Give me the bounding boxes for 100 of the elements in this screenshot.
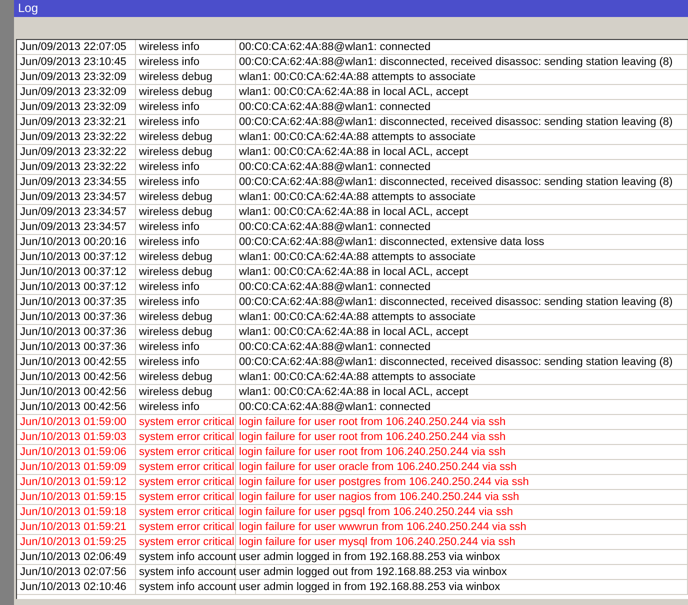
- message-cell: wlan1: 00:C0:CA:62:4A:88 in local ACL, accept: [236, 385, 688, 399]
- topics-cell: wireless info: [136, 295, 236, 309]
- message-cell: login failure for user oracle from 106.240.250.244 via ssh: [236, 460, 688, 474]
- topics-cell: wireless debug: [136, 385, 236, 399]
- topics-cell: wireless info: [136, 235, 236, 249]
- message-cell: user admin logged out from 192.168.88.253 via winbox: [236, 565, 688, 579]
- message-cell: wlan1: 00:C0:CA:62:4A:88 in local ACL, accept: [236, 325, 688, 339]
- message-cell: 00:C0:CA:62:4A:88@wlan1: connected: [236, 340, 688, 354]
- window-title: Log: [14, 0, 688, 17]
- time-cell: Jun/10/2013 00:37:12: [17, 250, 136, 264]
- message-cell: 00:C0:CA:62:4A:88@wlan1: connected: [236, 220, 688, 234]
- time-cell: Jun/09/2013 23:10:45: [17, 55, 136, 69]
- topics-cell: wireless info: [136, 175, 236, 189]
- message-cell: wlan1: 00:C0:CA:62:4A:88 in local ACL, accept: [236, 145, 688, 159]
- time-cell: Jun/09/2013 23:32:22: [17, 130, 136, 144]
- message-cell: 00:C0:CA:62:4A:88@wlan1: disconnected, received disassoc: sending station leaving (8): [236, 295, 688, 309]
- message-cell: 00:C0:CA:62:4A:88@wlan1: connected: [236, 40, 688, 54]
- message-cell: 00:C0:CA:62:4A:88@wlan1: connected: [236, 400, 688, 414]
- topics-cell: wireless debug: [136, 370, 236, 384]
- time-cell: Jun/10/2013 00:42:56: [17, 400, 136, 414]
- message-cell: login failure for user nagios from 106.240.250.244 via ssh: [236, 490, 688, 504]
- time-cell: Jun/10/2013 00:37:12: [17, 280, 136, 294]
- topics-cell: system info account: [136, 565, 236, 579]
- topics-cell: wireless info: [136, 40, 236, 54]
- time-cell: Jun/10/2013 01:59:18: [17, 505, 136, 519]
- topics-cell: system error critical: [136, 505, 236, 519]
- message-cell: 00:C0:CA:62:4A:88@wlan1: disconnected, received disassoc: sending station leaving (8): [236, 115, 688, 129]
- time-cell: Jun/10/2013 02:10:46: [17, 580, 136, 594]
- time-cell: Jun/10/2013 00:42:56: [17, 370, 136, 384]
- message-cell: login failure for user mysql from 106.240.250.244 via ssh: [236, 535, 688, 549]
- time-cell: Jun/10/2013 01:59:12: [17, 475, 136, 489]
- topics-cell: system error critical: [136, 535, 236, 549]
- time-cell: Jun/10/2013 00:42:56: [17, 385, 136, 399]
- time-cell: Jun/09/2013 23:34:57: [17, 190, 136, 204]
- time-cell: Jun/10/2013 00:37:12: [17, 265, 136, 279]
- message-cell: user admin logged in from 192.168.88.253 via winbox: [236, 550, 688, 564]
- topics-cell: wireless debug: [136, 130, 236, 144]
- topics-cell: wireless debug: [136, 190, 236, 204]
- message-cell: wlan1: 00:C0:CA:62:4A:88 attempts to associate: [236, 370, 688, 384]
- time-cell: Jun/10/2013 00:42:55: [17, 355, 136, 369]
- time-cell: Jun/10/2013 01:59:25: [17, 535, 136, 549]
- topics-cell: system error critical: [136, 490, 236, 504]
- time-cell: Jun/09/2013 23:32:09: [17, 100, 136, 114]
- message-cell: wlan1: 00:C0:CA:62:4A:88 in local ACL, accept: [236, 205, 688, 219]
- message-cell: 00:C0:CA:62:4A:88@wlan1: connected: [236, 100, 688, 114]
- topics-cell: wireless debug: [136, 250, 236, 264]
- topics-cell: wireless debug: [136, 145, 236, 159]
- message-cell: login failure for user pgsql from 106.240.250.244 via ssh: [236, 505, 688, 519]
- topics-cell: wireless info: [136, 160, 236, 174]
- topics-cell: system info account: [136, 550, 236, 564]
- topics-cell: wireless debug: [136, 85, 236, 99]
- topics-cell: wireless debug: [136, 310, 236, 324]
- topics-cell: wireless info: [136, 115, 236, 129]
- time-cell: Jun/10/2013 01:59:09: [17, 460, 136, 474]
- message-cell: wlan1: 00:C0:CA:62:4A:88 attempts to associate: [236, 130, 688, 144]
- message-cell: login failure for user postgres from 106.240.250.244 via ssh: [236, 475, 688, 489]
- time-cell: Jun/09/2013 23:32:09: [17, 85, 136, 99]
- topics-cell: system error critical: [136, 475, 236, 489]
- message-cell: 00:C0:CA:62:4A:88@wlan1: connected: [236, 280, 688, 294]
- time-cell: Jun/09/2013 23:32:09: [17, 70, 136, 84]
- message-cell: wlan1: 00:C0:CA:62:4A:88 in local ACL, accept: [236, 265, 688, 279]
- message-cell: user admin logged in from 192.168.88.253 via winbox: [236, 580, 688, 594]
- time-cell: Jun/10/2013 00:37:36: [17, 310, 136, 324]
- message-cell: wlan1: 00:C0:CA:62:4A:88 in local ACL, accept: [236, 85, 688, 99]
- time-cell: Jun/09/2013 23:32:22: [17, 160, 136, 174]
- message-cell: login failure for user root from 106.240.250.244 via ssh: [236, 430, 688, 444]
- topics-cell: system error critical: [136, 415, 236, 429]
- message-cell: login failure for user root from 106.240.250.244 via ssh: [236, 415, 688, 429]
- topics-cell: wireless info: [136, 340, 236, 354]
- topics-cell: system error critical: [136, 430, 236, 444]
- time-cell: Jun/09/2013 23:34:57: [17, 220, 136, 234]
- time-cell: Jun/10/2013 00:37:36: [17, 340, 136, 354]
- topics-cell: wireless info: [136, 355, 236, 369]
- topics-cell: wireless debug: [136, 265, 236, 279]
- message-cell: wlan1: 00:C0:CA:62:4A:88 attempts to associate: [236, 250, 688, 264]
- time-cell: Jun/09/2013 23:34:55: [17, 175, 136, 189]
- time-cell: Jun/10/2013 01:59:15: [17, 490, 136, 504]
- time-cell: Jun/09/2013 23:34:57: [17, 205, 136, 219]
- time-cell: Jun/10/2013 00:37:36: [17, 325, 136, 339]
- topics-cell: wireless debug: [136, 325, 236, 339]
- message-cell: wlan1: 00:C0:CA:62:4A:88 attempts to associate: [236, 310, 688, 324]
- message-cell: wlan1: 00:C0:CA:62:4A:88 attempts to associate: [236, 190, 688, 204]
- topics-cell: wireless info: [136, 400, 236, 414]
- message-cell: 00:C0:CA:62:4A:88@wlan1: disconnected, received disassoc: sending station leaving (8): [236, 355, 688, 369]
- topics-cell: wireless info: [136, 100, 236, 114]
- topics-cell: wireless info: [136, 280, 236, 294]
- topics-cell: system error critical: [136, 445, 236, 459]
- time-cell: Jun/09/2013 23:32:22: [17, 145, 136, 159]
- topics-cell: system error critical: [136, 520, 236, 534]
- topics-cell: wireless info: [136, 220, 236, 234]
- time-cell: Jun/10/2013 00:20:16: [17, 235, 136, 249]
- topics-cell: system info account: [136, 580, 236, 594]
- message-cell: login failure for user root from 106.240.250.244 via ssh: [236, 445, 688, 459]
- time-cell: Jun/10/2013 01:59:00: [17, 415, 136, 429]
- time-cell: Jun/10/2013 01:59:03: [17, 430, 136, 444]
- topics-cell: wireless info: [136, 55, 236, 69]
- message-cell: wlan1: 00:C0:CA:62:4A:88 attempts to associate: [236, 70, 688, 84]
- time-cell: Jun/09/2013 22:07:05: [17, 40, 136, 54]
- topics-cell: wireless debug: [136, 70, 236, 84]
- time-cell: Jun/10/2013 00:37:35: [17, 295, 136, 309]
